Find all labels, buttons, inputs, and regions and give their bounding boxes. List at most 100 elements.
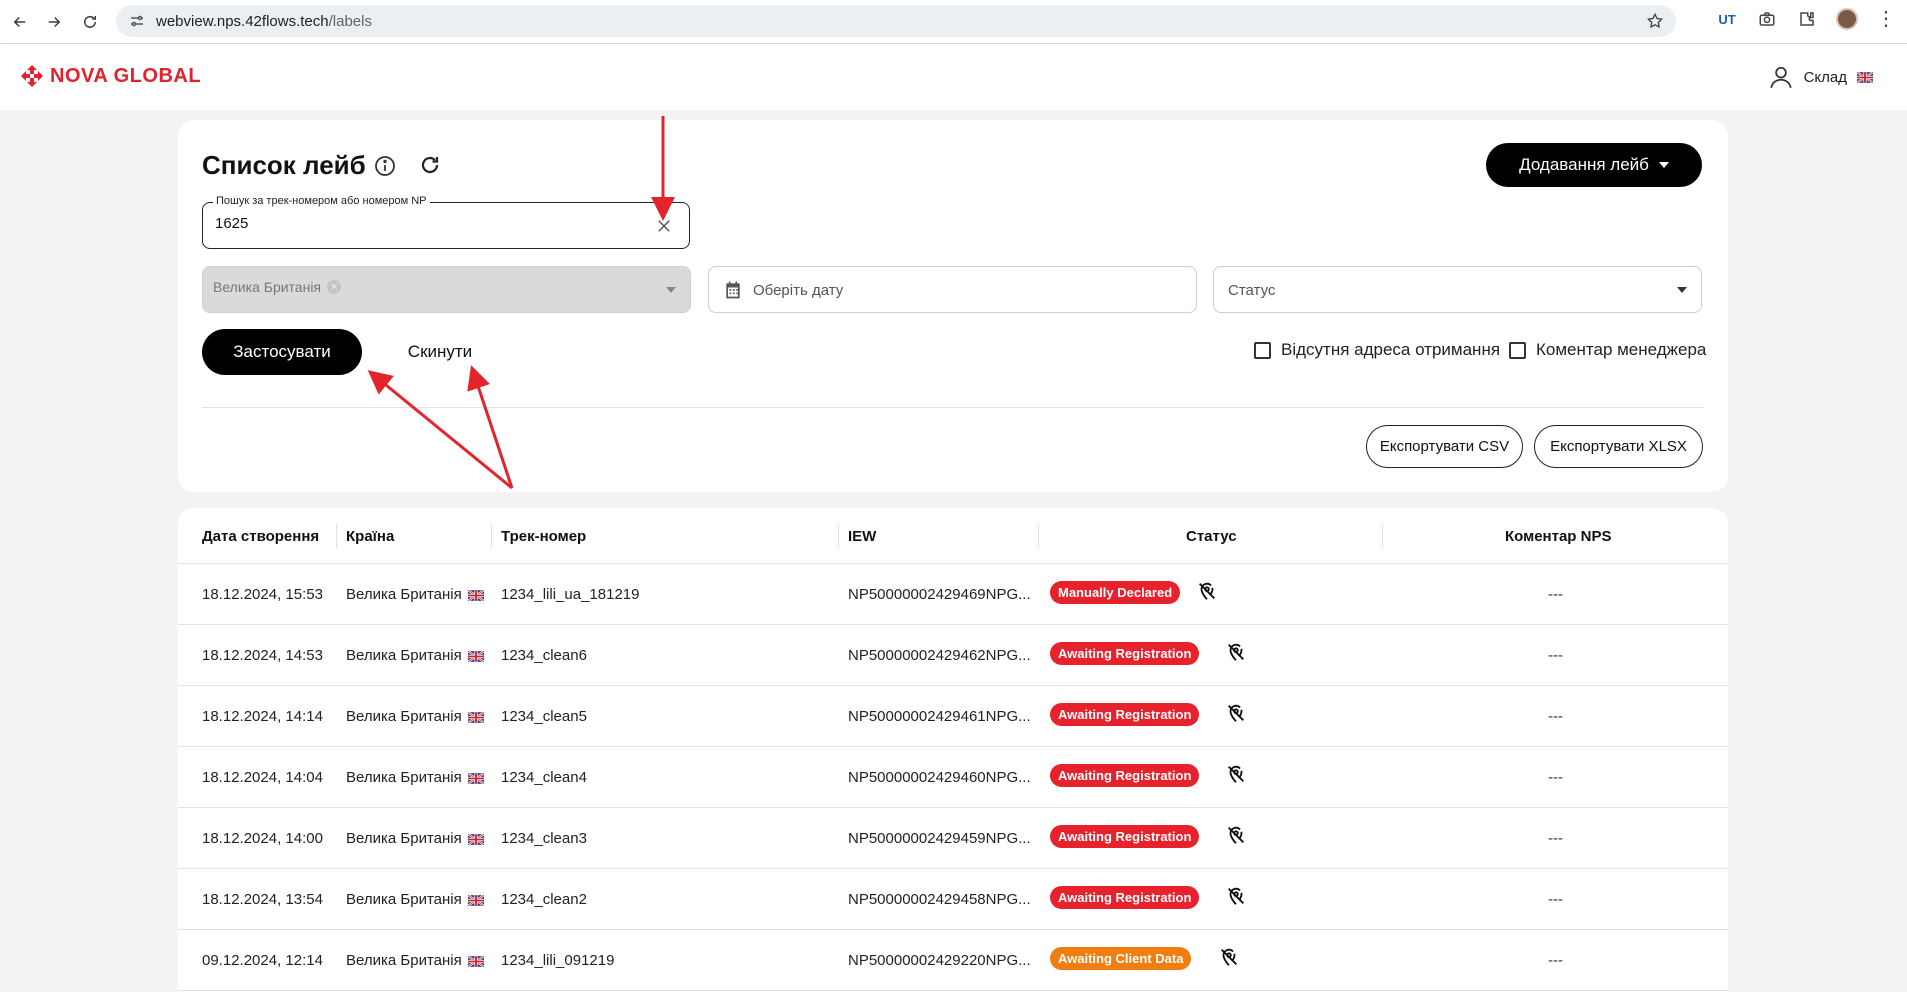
caret-down-icon (1658, 162, 1669, 168)
search-field[interactable]: Пошук за трек-номером або номером NP (202, 195, 690, 249)
country-chip-label: Велика Британія (213, 279, 322, 295)
cell-track-number[interactable]: 1234_lili_ua_181219 (501, 586, 639, 603)
profile-avatar[interactable] (1836, 8, 1858, 30)
dropdown-arrow-icon (1677, 287, 1687, 293)
status-select[interactable]: Статус (1213, 266, 1702, 313)
no-location-icon[interactable] (1225, 885, 1247, 907)
cell-country: Велика Британія (346, 586, 484, 603)
cell-iew: NP50000002429462NPG... (848, 647, 1031, 664)
table-row[interactable]: 18.12.2024, 14:14 Велика Британія 1234_cle… (178, 686, 1728, 747)
refresh-icon[interactable] (418, 153, 442, 177)
labels-table: Дата створення Країна Трек-номер IEW Ста… (178, 508, 1728, 992)
chip-remove-icon[interactable]: ✕ (327, 280, 342, 294)
apply-button[interactable]: Застосувати (202, 329, 362, 375)
forward-icon[interactable] (36, 4, 72, 40)
status-placeholder: Статус (1228, 282, 1276, 299)
uk-flag-icon (467, 772, 484, 784)
no-location-icon[interactable] (1225, 641, 1247, 663)
clear-search-icon[interactable] (655, 217, 673, 235)
table-row[interactable]: 18.12.2024, 14:04 Велика Британія 1234_cle… (178, 747, 1728, 808)
cell-iew: NP50000002429459NPG... (848, 830, 1031, 847)
extensions-puzzle-icon[interactable] (1796, 8, 1818, 30)
cell-track-number[interactable]: 1234_clean5 (501, 708, 587, 725)
column-header-iew[interactable]: IEW (848, 528, 876, 545)
table-row[interactable]: 18.12.2024, 14:00 Велика Британія 1234_cle… (178, 808, 1728, 869)
browser-toolbar: webview.nps.42flows.tech/labels UT ⋮ (0, 0, 1907, 44)
status-badge: Manually Declared (1050, 581, 1181, 604)
user-menu[interactable]: Склад (1768, 64, 1873, 90)
missing-address-checkbox[interactable] (1254, 341, 1271, 359)
export-csv-button[interactable]: Експортувати CSV (1366, 425, 1523, 468)
status-badge: Awaiting Registration (1050, 642, 1200, 665)
table-row[interactable]: 18.12.2024, 13:54 Велика Британія 1234_cle… (178, 869, 1728, 930)
uk-flag-icon (467, 650, 484, 662)
cell-date: 18.12.2024, 15:53 (202, 586, 323, 603)
cell-date: 18.12.2024, 13:54 (202, 891, 323, 908)
cell-date: 18.12.2024, 14:14 (202, 708, 323, 725)
no-location-icon[interactable] (1218, 946, 1240, 968)
cell-nps-comment: --- (1548, 952, 1563, 969)
cell-track-number[interactable]: 1234_lili_091219 (501, 952, 614, 969)
column-header-country[interactable]: Країна (346, 528, 394, 545)
cell-country: Велика Британія (346, 891, 484, 908)
uk-flag-icon (467, 955, 484, 967)
no-location-icon[interactable] (1196, 580, 1218, 602)
no-location-icon[interactable] (1225, 702, 1247, 724)
uk-flag-icon (467, 711, 484, 723)
date-placeholder: Оберіть дату (753, 282, 844, 299)
info-icon[interactable] (373, 154, 397, 178)
search-input[interactable] (215, 215, 615, 232)
search-field-label: Пошук за трек-номером або номером NP (213, 195, 430, 207)
site-settings-icon[interactable] (128, 12, 146, 30)
column-header-date[interactable]: Дата створення (202, 528, 319, 545)
manager-comment-filter[interactable]: Коментар менеджера (1509, 340, 1706, 360)
reload-icon[interactable] (72, 4, 108, 40)
cell-track-number[interactable]: 1234_clean3 (501, 830, 587, 847)
cell-country: Велика Британія (346, 708, 484, 725)
user-role-label: Склад (1803, 68, 1847, 86)
no-location-icon[interactable] (1225, 824, 1247, 846)
table-row[interactable]: 09.12.2024, 12:14 Велика Британія 1234_lil… (178, 930, 1728, 991)
cell-date: 18.12.2024, 14:04 (202, 769, 323, 786)
column-header-track[interactable]: Трек-номер (501, 528, 586, 545)
cell-country-label: Велика Британія (346, 891, 462, 908)
calendar-icon (726, 281, 740, 299)
missing-address-label: Відсутня адреса отримання (1281, 340, 1501, 359)
cell-track-number[interactable]: 1234_clean2 (501, 891, 587, 908)
cell-country-label: Велика Британія (346, 769, 462, 786)
column-separator (336, 524, 337, 548)
extension-ut-icon[interactable]: UT (1716, 8, 1738, 30)
cell-nps-comment: --- (1548, 891, 1563, 908)
divider (202, 407, 1704, 408)
cell-country-label: Велика Британія (346, 586, 462, 603)
table-row[interactable]: 18.12.2024, 15:53 Велика Британія 1234_lil… (178, 564, 1728, 625)
date-picker[interactable]: Оберіть дату (708, 266, 1197, 313)
export-xlsx-button[interactable]: Експортувати XLSX (1534, 425, 1703, 468)
address-bar[interactable]: webview.nps.42flows.tech/labels (116, 5, 1676, 37)
add-labels-button[interactable]: Додавання лейб (1486, 143, 1702, 187)
column-header-nps-comment[interactable]: Коментар NPS (1505, 528, 1611, 545)
cell-track-number[interactable]: 1234_clean6 (501, 647, 587, 664)
cell-track-number[interactable]: 1234_clean4 (501, 769, 587, 786)
cell-country-label: Велика Британія (346, 647, 462, 664)
column-header-status[interactable]: Статус (1186, 528, 1237, 545)
manager-comment-checkbox[interactable] (1509, 341, 1526, 359)
missing-address-filter[interactable]: Відсутня адреса отримання (1254, 340, 1500, 360)
cell-country: Велика Британія (346, 952, 484, 969)
table-row[interactable]: 18.12.2024, 14:53 Велика Британія 1234_cle… (178, 625, 1728, 686)
nova-global-logo[interactable]: NOVA GLOBAL (20, 64, 201, 88)
cell-iew: NP50000002429460NPG... (848, 769, 1031, 786)
reset-button[interactable]: Скинути (390, 329, 490, 375)
country-select[interactable]: Велика Британія ✕ (202, 266, 691, 313)
back-icon[interactable] (2, 4, 38, 40)
cell-country: Велика Британія (346, 647, 484, 664)
bookmark-star-icon[interactable] (1646, 12, 1664, 30)
cell-country-label: Велика Британія (346, 952, 462, 969)
cell-nps-comment: --- (1548, 708, 1563, 725)
browser-menu-icon[interactable]: ⋮ (1876, 9, 1896, 29)
app-header: NOVA GLOBAL Склад (0, 44, 1907, 110)
no-location-icon[interactable] (1225, 763, 1247, 785)
camera-icon[interactable] (1756, 8, 1778, 30)
cell-date: 09.12.2024, 12:14 (202, 952, 323, 969)
uk-flag-icon[interactable] (1857, 71, 1873, 83)
